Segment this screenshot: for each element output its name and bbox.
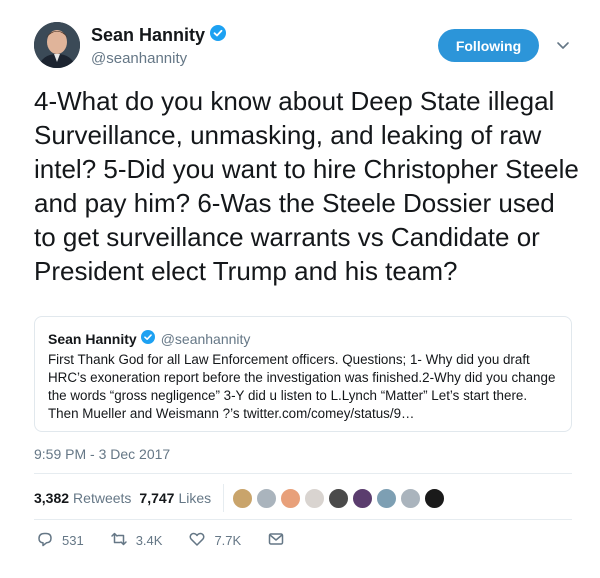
quoted-author-handle: @seanhannity (160, 330, 251, 347)
tweet-timestamp[interactable]: 9:59 PM - 3 Dec 2017 (34, 446, 170, 462)
divider (34, 473, 572, 474)
author-handle[interactable]: @seanhannity (91, 50, 226, 67)
quoted-tweet-header: Sean Hannity @seanhannity (48, 330, 558, 347)
likes-label[interactable]: Likes (178, 490, 211, 506)
liker-avatar[interactable] (352, 487, 374, 509)
liker-avatars (232, 487, 446, 509)
quoted-tweet[interactable]: Sean Hannity @seanhannity First Thank Go… (34, 316, 572, 432)
tweet-header: Sean Hannity @seanhannity Following (34, 22, 574, 72)
liker-avatar[interactable] (256, 487, 278, 509)
following-button[interactable]: Following (438, 29, 539, 62)
retweet-action[interactable]: 3.4K (110, 530, 163, 551)
liker-avatar[interactable] (232, 487, 254, 509)
tweet-text: 4-What do you know about Deep State ille… (34, 86, 579, 286)
retweet-count: 3.4K (135, 533, 163, 548)
liker-avatar[interactable] (424, 487, 446, 509)
quoted-tweet-text: First Thank God for all Law Enforcement … (48, 352, 556, 421)
retweet-icon (110, 530, 128, 551)
author-name-block: Sean Hannity @seanhannity (91, 25, 227, 67)
author-avatar[interactable] (34, 22, 80, 68)
stats-separator (223, 484, 225, 512)
tweet-stats: 3,382 Retweets 7,747 Likes (34, 484, 446, 512)
verified-badge-icon (140, 330, 155, 347)
reply-count: 531 (62, 533, 84, 548)
liker-avatar[interactable] (328, 487, 350, 509)
liker-avatar[interactable] (376, 487, 398, 509)
like-action[interactable]: 7.7K (188, 530, 241, 551)
direct-message-action[interactable] (267, 530, 285, 551)
quoted-author-name: Sean Hannity (48, 330, 137, 347)
like-count: 7.7K (214, 533, 242, 548)
verified-badge-icon (210, 25, 227, 46)
chevron-down-icon[interactable] (554, 36, 572, 54)
author-display-name[interactable]: Sean Hannity (91, 25, 205, 46)
divider (34, 519, 572, 520)
reply-icon (36, 530, 54, 551)
likes-count[interactable]: 7,747 (139, 490, 174, 506)
retweets-count[interactable]: 3,382 (34, 490, 69, 506)
tweet-actions: 531 3.4K 7.7K (36, 530, 311, 551)
liker-avatar[interactable] (304, 487, 326, 509)
liker-avatar[interactable] (280, 487, 302, 509)
reply-action[interactable]: 531 (36, 530, 84, 551)
envelope-icon (267, 530, 285, 551)
retweets-label[interactable]: Retweets (73, 490, 131, 506)
liker-avatar[interactable] (400, 487, 422, 509)
heart-icon (188, 530, 206, 551)
